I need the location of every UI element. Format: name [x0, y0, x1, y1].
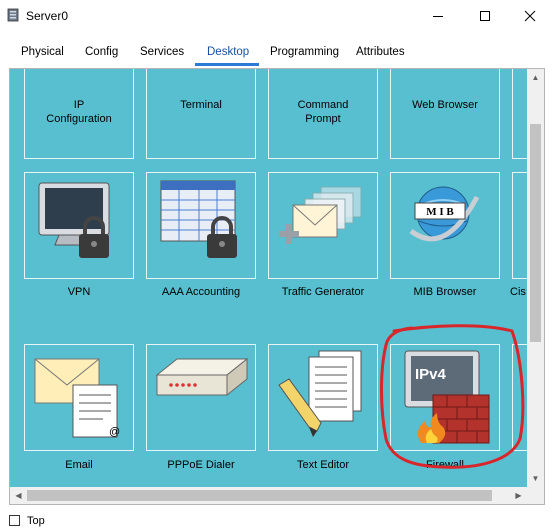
traffic-generator-icon — [279, 186, 362, 244]
active-tab-indicator — [195, 63, 259, 66]
tab-attributes[interactable]: Attributes — [356, 46, 405, 58]
vpn-label[interactable]: VPN — [17, 285, 141, 299]
vertical-scrollbar[interactable]: ▲ ▼ — [527, 69, 544, 487]
maximize-button[interactable] — [462, 0, 508, 32]
scroll-right-icon[interactable]: ▶ — [510, 487, 527, 504]
aaa-accounting-tile[interactable] — [146, 172, 256, 279]
title-bar: Server0 — [0, 0, 553, 32]
tab-physical[interactable]: Physical — [21, 46, 64, 58]
aaa-accounting-label[interactable]: AAA Accounting — [139, 285, 263, 299]
tab-config[interactable]: Config — [85, 46, 118, 58]
close-button[interactable] — [507, 0, 553, 32]
pppoe-dialer-tile[interactable] — [146, 344, 256, 451]
scroll-down-icon[interactable]: ▼ — [527, 470, 544, 487]
tab-desktop[interactable]: Desktop — [207, 46, 249, 58]
server-icon — [7, 8, 19, 22]
command-prompt-label[interactable]: Command Prompt — [261, 98, 385, 126]
top-checkbox-label[interactable]: Top — [27, 515, 45, 527]
annotation-circle — [380, 324, 525, 469]
pppoe-dialer-label[interactable]: PPPoE Dialer — [139, 458, 263, 472]
ip-configuration-label[interactable]: IP Configuration — [17, 98, 141, 126]
horizontal-scroll-thumb[interactable] — [27, 490, 492, 501]
tab-services[interactable]: Services — [140, 46, 184, 58]
window-title: Server0 — [26, 9, 69, 23]
desktop-app-grid: IP Configuration Terminal Command Prompt… — [10, 69, 527, 487]
scroll-left-icon[interactable]: ◀ — [10, 487, 27, 504]
tab-programming[interactable]: Programming — [270, 46, 339, 58]
mib-badge: M I B — [426, 206, 454, 218]
mib-browser-label[interactable]: MIB Browser — [383, 285, 507, 299]
terminal-label[interactable]: Terminal — [139, 98, 263, 112]
maximize-icon — [480, 11, 490, 21]
aaa-accounting-icon — [160, 180, 237, 258]
text-editor-icon — [278, 350, 362, 437]
minimize-button[interactable] — [415, 0, 461, 32]
vpn-tile[interactable] — [24, 172, 134, 279]
bottom-bar: Top — [0, 508, 553, 529]
email-label[interactable]: Email — [17, 458, 141, 472]
partial-tile[interactable] — [512, 69, 527, 159]
mib-browser-icon: M I B — [409, 186, 480, 242]
web-browser-tile[interactable] — [390, 69, 500, 159]
top-checkbox[interactable] — [9, 515, 20, 526]
close-icon — [524, 10, 536, 22]
cis-tile[interactable] — [512, 172, 527, 279]
vpn-icon — [38, 182, 110, 258]
traffic-generator-label[interactable]: Traffic Generator — [261, 285, 385, 299]
scroll-up-icon[interactable]: ▲ — [527, 69, 544, 86]
scroll-corner — [527, 487, 544, 504]
traffic-generator-tile[interactable] — [268, 172, 378, 279]
svg-text:@: @ — [109, 426, 120, 438]
vertical-scroll-thumb[interactable] — [530, 124, 541, 342]
mib-browser-tile[interactable]: M I B — [390, 172, 500, 279]
pppoe-dialer-icon — [155, 357, 249, 397]
text-editor-tile[interactable] — [268, 344, 378, 451]
cis-label[interactable]: Cis — [505, 285, 527, 299]
web-browser-label[interactable]: Web Browser — [383, 98, 507, 112]
email-icon: @ — [34, 358, 120, 438]
email-tile[interactable]: @ — [24, 344, 134, 451]
terminal-tile[interactable] — [146, 69, 256, 159]
text-editor-label[interactable]: Text Editor — [261, 458, 385, 472]
minimize-icon — [433, 16, 443, 17]
horizontal-scrollbar[interactable]: ◀ ▶ — [10, 487, 527, 504]
tab-bar: Physical Config Services Desktop Program… — [0, 32, 553, 68]
